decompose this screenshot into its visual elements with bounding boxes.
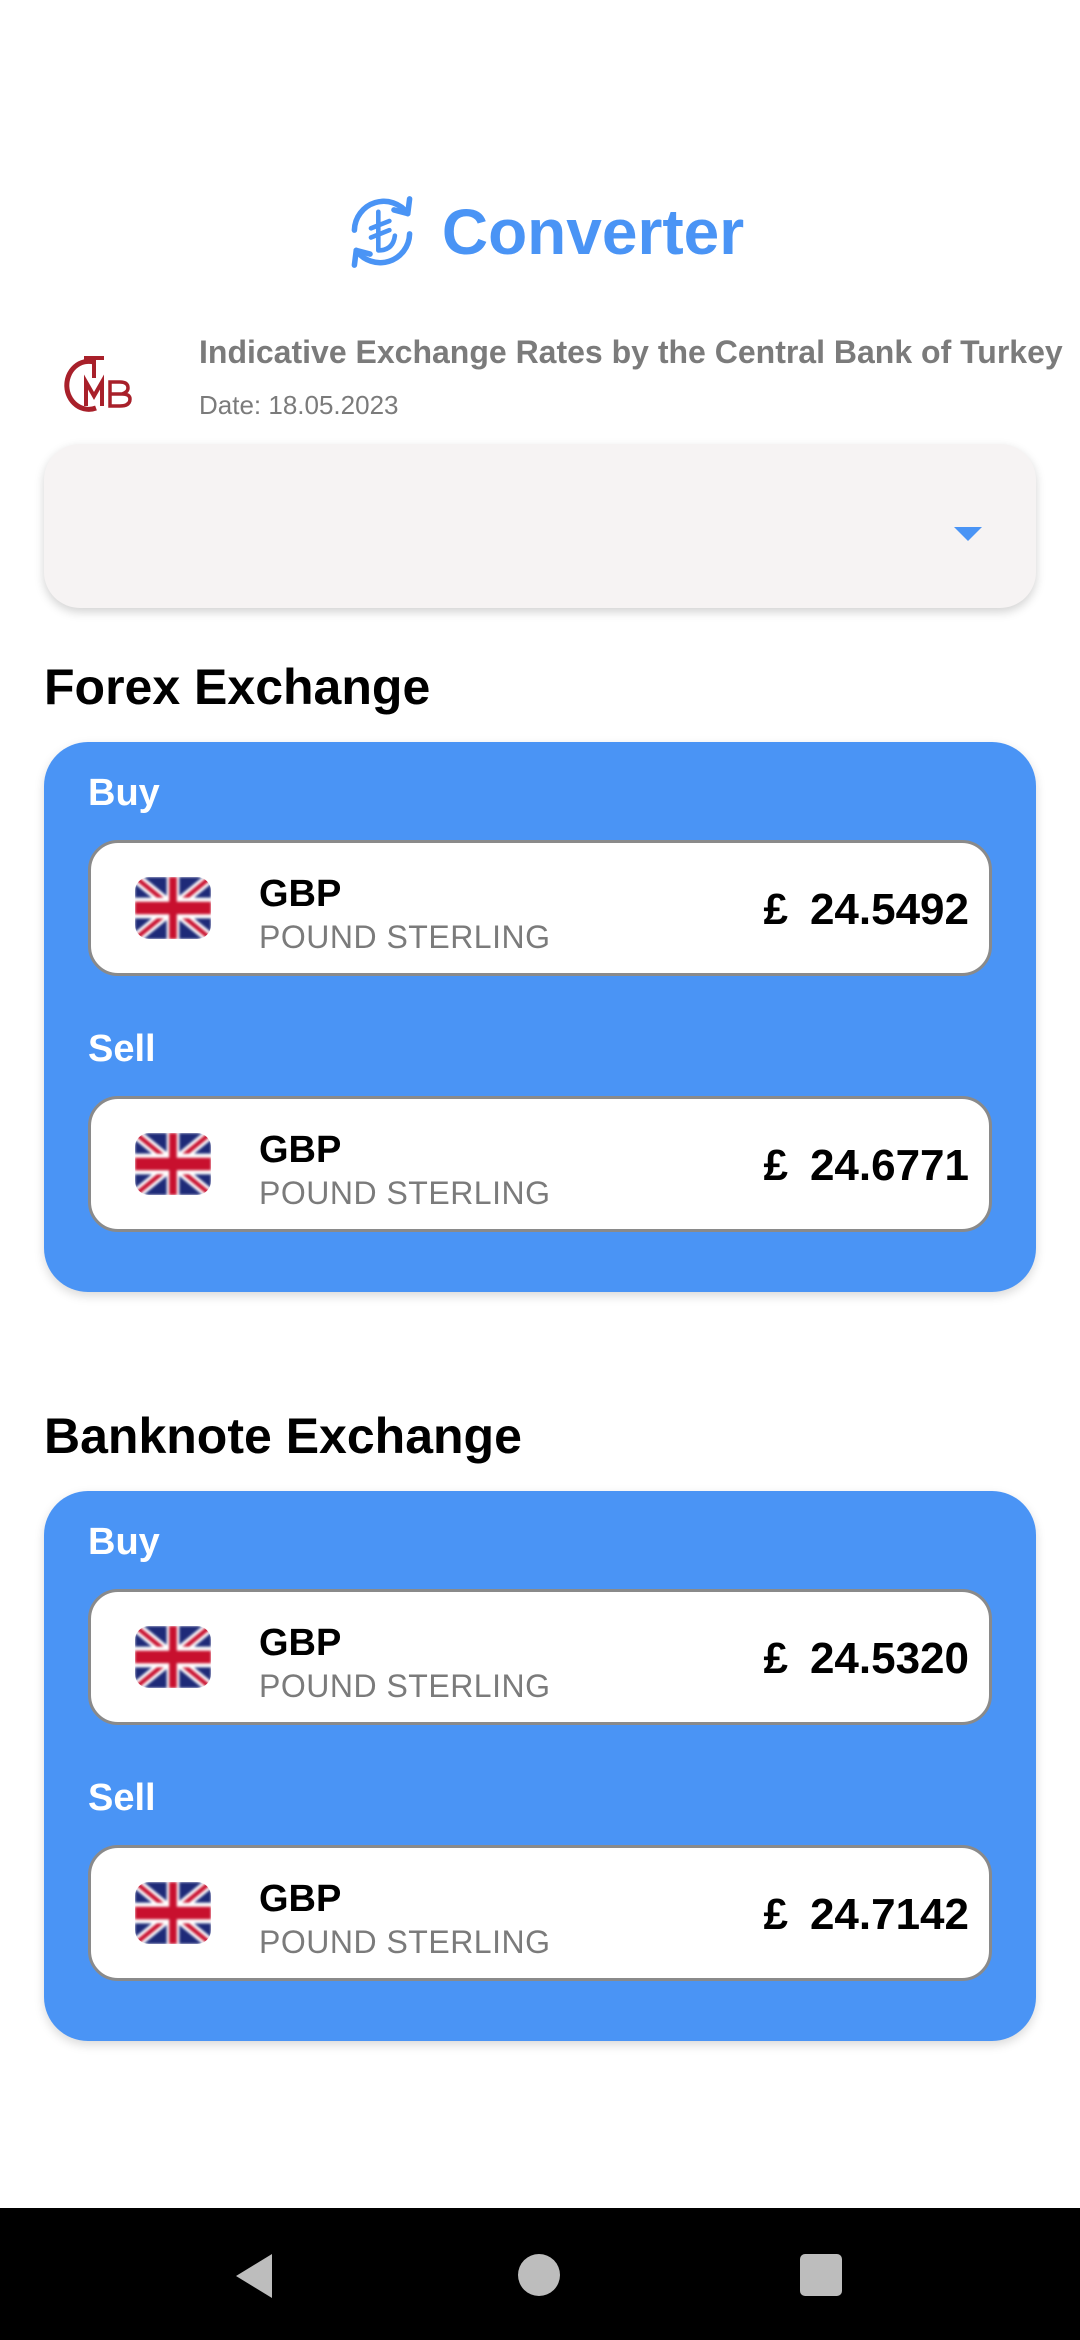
forex-sell-label: Sell xyxy=(88,1028,156,1070)
lira-exchange-icon xyxy=(351,196,413,268)
banknote-buy-card[interactable]: GBP POUND STERLING £ 24.5320 xyxy=(88,1589,992,1725)
currency-symbol: £ xyxy=(763,885,788,934)
rates-date: Date: 18.05.2023 xyxy=(199,390,399,420)
currency-dropdown[interactable] xyxy=(44,444,1036,608)
forex-buy-rate: £ 24.5492 xyxy=(763,885,969,935)
tcmb-logo xyxy=(64,356,132,412)
currency-symbol: £ xyxy=(763,1634,788,1683)
forex-buy-label: Buy xyxy=(88,772,160,814)
system-nav-bar xyxy=(0,2208,1080,2340)
rate-value: 24.5492 xyxy=(809,885,969,934)
currency-code: GBP xyxy=(259,1622,342,1664)
banknote-buy-rate: £ 24.5320 xyxy=(763,1634,969,1684)
bank-name: Indicative Exchange Rates by the Central… xyxy=(199,334,1063,370)
banknote-sell-card[interactable]: GBP POUND STERLING £ 24.7142 xyxy=(88,1845,992,1981)
currency-code: GBP xyxy=(259,1129,342,1171)
forex-section-title: Forex Exchange xyxy=(44,659,431,715)
forex-sell-card[interactable]: GBP POUND STERLING £ 24.6771 xyxy=(88,1096,992,1232)
currency-symbol: £ xyxy=(763,1890,788,1939)
currency-code: GBP xyxy=(259,873,342,915)
back-icon[interactable] xyxy=(236,2254,272,2298)
converter-screen: Converter Indicative Exchange Rates by t… xyxy=(0,0,1080,2340)
forex-panel: Buy GBP POUND STERLING £ 24.5492 Sell GB… xyxy=(44,742,1036,1292)
recents-icon[interactable] xyxy=(800,2254,842,2296)
currency-symbol: £ xyxy=(763,1141,788,1190)
uk-flag-icon xyxy=(135,877,211,939)
banknote-panel: Buy GBP POUND STERLING £ 24.5320 Sell GB… xyxy=(44,1491,1036,2041)
banknote-sell-label: Sell xyxy=(88,1777,156,1819)
home-icon[interactable] xyxy=(518,2254,560,2296)
banknote-sell-rate: £ 24.7142 xyxy=(763,1890,969,1940)
dropdown-arrow-icon[interactable] xyxy=(954,527,982,541)
currency-name: POUND STERLING xyxy=(259,919,551,955)
rate-value: 24.5320 xyxy=(809,1634,969,1683)
currency-code: GBP xyxy=(259,1878,342,1920)
app-header: Converter xyxy=(0,186,1080,278)
banknote-section-title: Banknote Exchange xyxy=(44,1408,522,1464)
forex-buy-card[interactable]: GBP POUND STERLING £ 24.5492 xyxy=(88,840,992,976)
uk-flag-icon xyxy=(135,1133,211,1195)
currency-name: POUND STERLING xyxy=(259,1924,551,1960)
currency-name: POUND STERLING xyxy=(259,1668,551,1704)
forex-sell-rate: £ 24.6771 xyxy=(763,1141,969,1191)
banknote-buy-label: Buy xyxy=(88,1521,160,1563)
uk-flag-icon xyxy=(135,1626,211,1688)
uk-flag-icon xyxy=(135,1882,211,1944)
rate-value: 24.7142 xyxy=(809,1890,969,1939)
rate-value: 24.6771 xyxy=(809,1141,969,1190)
app-title: Converter xyxy=(441,196,745,268)
bank-info: Indicative Exchange Rates by the Central… xyxy=(60,330,1063,430)
currency-name: POUND STERLING xyxy=(259,1175,551,1211)
